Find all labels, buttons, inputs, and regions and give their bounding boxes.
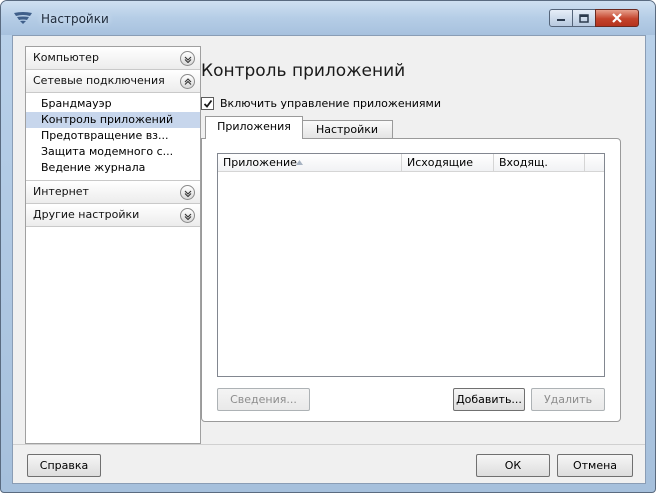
cancel-button[interactable]: Отмена [557, 454, 633, 477]
nav-section-other[interactable]: Другие настройки [26, 204, 200, 227]
chevron-down-icon[interactable] [180, 208, 195, 223]
maximize-icon [579, 13, 589, 23]
maximize-button[interactable] [572, 9, 596, 27]
sidebar-item-intrusion-prevention[interactable]: Предотвращение вз... [26, 128, 200, 144]
tab-settings[interactable]: Настройки [301, 120, 393, 138]
window-title: Настройки [41, 12, 109, 26]
sidebar-item-modem-protection[interactable]: Защита модемного с... [26, 144, 200, 160]
page-title: Контроль приложений [201, 61, 406, 81]
enable-app-control-row[interactable]: Включить управление приложениями [201, 97, 441, 110]
chevron-up-icon[interactable] [180, 74, 195, 89]
list-header: Приложение Исходящие Входящ. [218, 154, 604, 172]
column-incoming[interactable]: Входящ. [494, 154, 585, 171]
sidebar-item-firewall[interactable]: Брандмауэр [26, 96, 200, 112]
column-label: Приложение [223, 156, 297, 169]
minimize-icon [557, 19, 565, 21]
column-outgoing[interactable]: Исходящие [402, 154, 494, 171]
sort-ascending-icon [296, 160, 303, 165]
applications-list[interactable]: Приложение Исходящие Входящ. [217, 153, 605, 377]
ok-button[interactable]: ОК [476, 454, 550, 477]
chevron-down-icon[interactable] [180, 185, 195, 200]
nav-section-label: Интернет [33, 185, 89, 198]
remove-button[interactable]: Удалить [531, 388, 605, 411]
details-button[interactable]: Сведения... [217, 388, 310, 411]
column-application[interactable]: Приложение [218, 154, 402, 171]
minimize-button[interactable] [549, 9, 573, 27]
nav-section-network[interactable]: Сетевые подключения [26, 70, 200, 93]
settings-window: Настройки Компьютер Сетевые подключения [0, 0, 656, 493]
dialog-body: Компьютер Сетевые подключения Брандмауэр… [12, 35, 646, 484]
nav-section-label: Другие настройки [33, 208, 140, 221]
column-filler [585, 154, 604, 171]
checkmark-icon [203, 99, 213, 108]
applications-tab-panel: Приложение Исходящие Входящ. Сведения...… [201, 138, 621, 422]
close-button[interactable] [595, 9, 639, 27]
tab-applications[interactable]: Приложения [205, 116, 303, 139]
nav-section-label: Компьютер [33, 51, 99, 64]
chevron-down-icon[interactable] [180, 51, 195, 66]
network-subitems: Брандмауэр Контроль приложений Предотвра… [26, 93, 200, 181]
enable-app-control-checkbox[interactable] [201, 97, 214, 110]
footer-divider [13, 444, 645, 445]
settings-nav-panel: Компьютер Сетевые подключения Брандмауэр… [25, 46, 201, 444]
sidebar-item-app-control[interactable]: Контроль приложений [26, 112, 200, 128]
help-button[interactable]: Справка [27, 454, 101, 477]
nav-section-computer[interactable]: Компьютер [26, 47, 200, 70]
nav-section-label: Сетевые подключения [33, 74, 165, 87]
nav-section-internet[interactable]: Интернет [26, 181, 200, 204]
enable-app-control-label: Включить управление приложениями [220, 97, 441, 110]
title-bar[interactable]: Настройки [1, 1, 655, 35]
sidebar-item-logging[interactable]: Ведение журнала [26, 160, 200, 176]
app-wing-icon [13, 11, 33, 25]
add-button[interactable]: Добавить... [453, 388, 525, 411]
close-icon [612, 13, 622, 23]
